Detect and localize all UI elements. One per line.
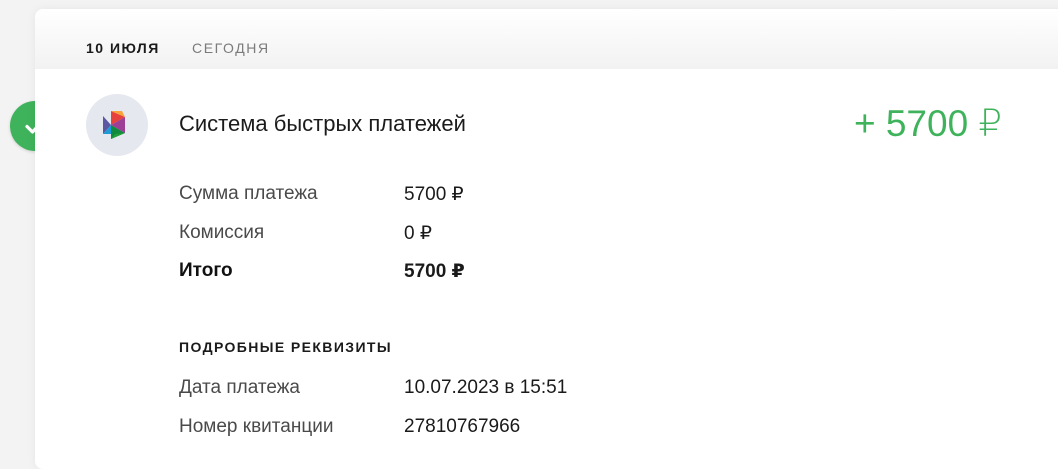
details-section-title: ПОДРОБНЫЕ РЕКВИЗИТЫ [179,339,392,355]
merchant-name: Система быстрых платежей [179,111,466,136]
summary-label: Итого [179,260,233,281]
summary-value: 5700 ₽ [404,184,464,205]
details-row-receipt: Номер квитанции 27810767966 [179,416,520,438]
details-label: Номер квитанции [179,416,334,437]
summary-value: 5700 ₽ [404,261,465,282]
date-label: 10 ИЮЛЯ [86,40,160,56]
details-value: 10.07.2023 в 15:51 [404,377,568,398]
summary-row-amount: Сумма платежа 5700 ₽ [179,183,464,205]
summary-row-commission: Комиссия 0 ₽ [179,222,432,244]
day-label: СЕГОДНЯ [192,40,270,56]
details-row-date: Дата платежа 10.07.2023 в 15:51 [179,377,567,399]
sbp-logo-icon [103,111,125,139]
summary-row-total: Итого 5700 ₽ [179,260,465,282]
summary-label: Сумма платежа [179,183,318,204]
details-label: Дата платежа [179,377,300,398]
operation-amount: + 5700 ₽ [853,103,1002,144]
date-header: 10 ИЮЛЯ СЕГОДНЯ [35,9,1058,69]
details-value: 27810767966 [404,416,521,437]
summary-label: Комиссия [179,222,265,243]
merchant-logo [86,94,148,156]
summary-value: 0 ₽ [404,223,432,244]
